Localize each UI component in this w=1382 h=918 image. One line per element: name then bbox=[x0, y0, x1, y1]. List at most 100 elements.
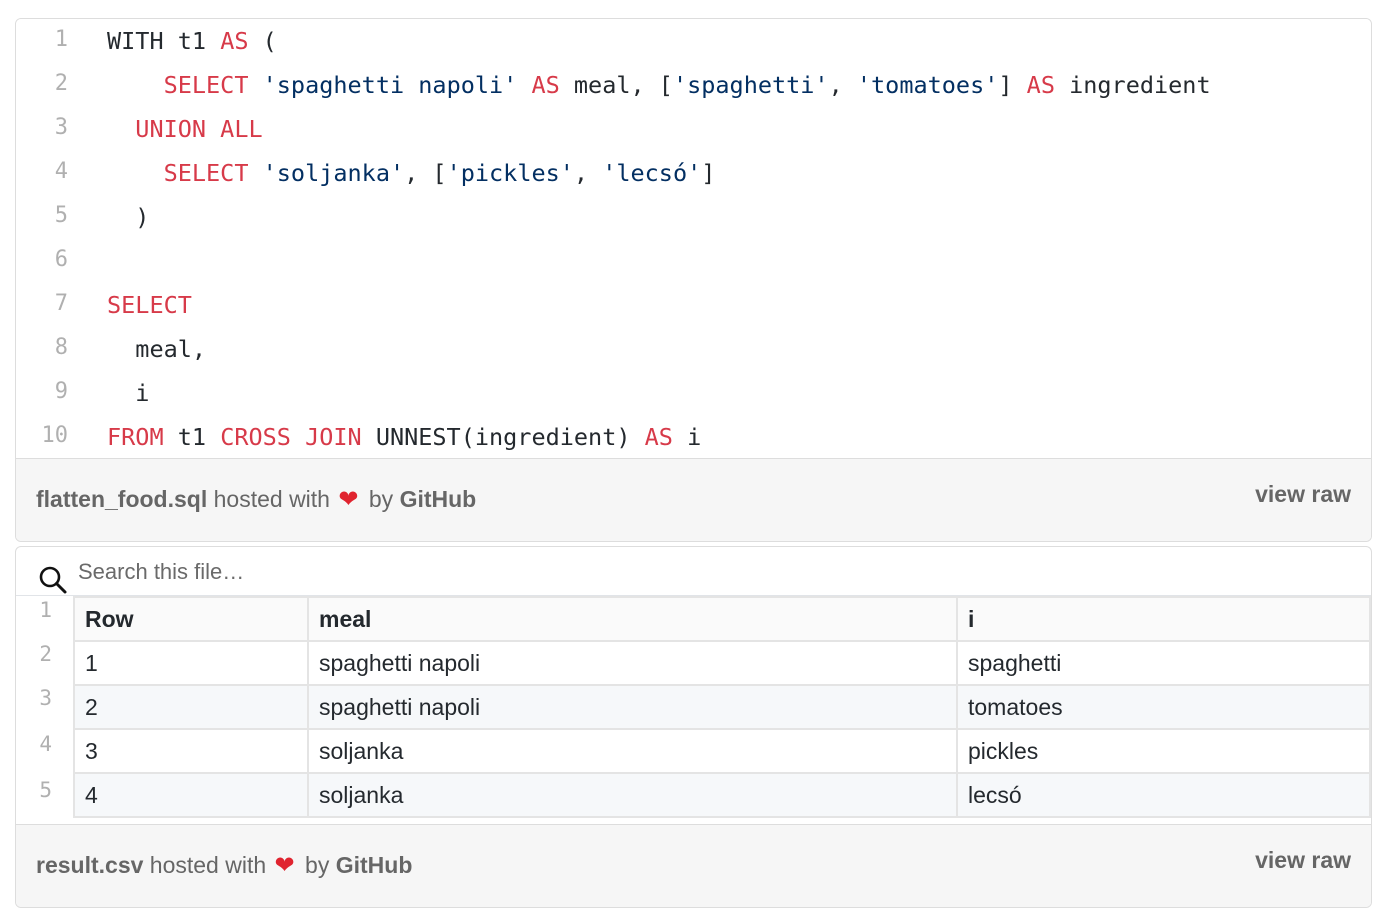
sql-text: meal, bbox=[107, 335, 207, 363]
sql-keyword: AS bbox=[1026, 71, 1055, 99]
code-content: FROM t1 CROSS JOIN UNNEST(ingredient) AS… bbox=[107, 423, 701, 451]
gist-filename-link[interactable]: result.csv bbox=[36, 852, 143, 878]
code-content: SELECT 'spaghetti napoli' AS meal, ['spa… bbox=[107, 71, 1211, 99]
line-number[interactable]: 8 bbox=[16, 335, 68, 360]
gist-meta: result.csv hosted with ❤ by GitHub view … bbox=[16, 824, 1371, 907]
view-raw-link[interactable]: view raw bbox=[1255, 481, 1351, 508]
line-number[interactable]: 9 bbox=[16, 379, 68, 404]
sql-text: t1 bbox=[163, 423, 221, 451]
sql-text: , [ bbox=[404, 159, 447, 187]
code-content: WITH t1 AS ( bbox=[107, 27, 277, 55]
table-row: 2 spaghetti napoli tomatoes bbox=[73, 684, 1371, 730]
sql-string: 'spaghetti napoli' bbox=[262, 71, 518, 99]
table-row: 1 spaghetti napoli spaghetti bbox=[73, 640, 1371, 686]
table-cell: pickles bbox=[956, 728, 1371, 774]
table-cell: spaghetti napoli bbox=[307, 684, 958, 730]
table-cell: 1 bbox=[73, 640, 309, 686]
code-line: 1 WITH t1 AS ( bbox=[16, 19, 1371, 63]
sql-text: meal, [ bbox=[559, 71, 673, 99]
sql-string: 'spaghetti' bbox=[672, 71, 829, 99]
code-content: ) bbox=[107, 203, 149, 231]
sql-keyword: AS bbox=[531, 71, 560, 99]
sql-keyword: SELECT bbox=[107, 291, 192, 319]
view-raw-link[interactable]: view raw bbox=[1255, 847, 1351, 874]
code-line: 2 SELECT 'spaghetti napoli' AS meal, ['s… bbox=[16, 63, 1371, 107]
line-number[interactable]: 7 bbox=[16, 291, 68, 316]
code-view: 1 WITH t1 AS (2 SELECT 'spaghetti napoli'… bbox=[16, 19, 1371, 460]
table-cell: 4 bbox=[73, 772, 309, 818]
code-line: 7 SELECT bbox=[16, 283, 1371, 327]
table-row: 4 soljanka lecsó bbox=[73, 772, 1371, 818]
csv-line-number[interactable]: 4 bbox=[16, 732, 52, 756]
code-line: 6 bbox=[16, 239, 1371, 283]
sql-keyword: FROM bbox=[107, 423, 164, 451]
csv-line-number[interactable]: 3 bbox=[16, 686, 52, 710]
column-header: Row bbox=[73, 596, 309, 642]
code-content: SELECT 'soljanka', ['pickles', 'lecsó'] bbox=[107, 159, 716, 187]
code-line: 3 UNION ALL bbox=[16, 107, 1371, 151]
table-cell: 2 bbox=[73, 684, 309, 730]
search-input[interactable] bbox=[76, 553, 880, 591]
csv-line-number[interactable]: 5 bbox=[16, 778, 52, 802]
sql-keyword: UNION ALL bbox=[135, 115, 263, 143]
sql-text: , bbox=[828, 71, 857, 99]
github-link[interactable]: GitHub bbox=[336, 852, 413, 878]
sql-text: i bbox=[107, 379, 150, 407]
code-content: SELECT bbox=[107, 291, 192, 319]
code-content: meal, bbox=[107, 335, 206, 363]
github-link[interactable]: GitHub bbox=[400, 486, 477, 512]
csv-line-number[interactable]: 2 bbox=[16, 642, 52, 666]
csv-table: Row meal i 1 spaghetti napoli spaghetti 2 sp… bbox=[73, 596, 1371, 818]
column-header: i bbox=[956, 596, 1371, 642]
table-cell: soljanka bbox=[307, 728, 958, 774]
csv-gist: 12345 Row meal i 1spaghetti napolispaghe… bbox=[15, 546, 1372, 908]
hosted-with-text: hosted with bbox=[213, 486, 330, 512]
sql-string: 'tomatoes' bbox=[856, 71, 999, 99]
table-cell: tomatoes bbox=[956, 684, 1371, 730]
sql-keyword: AS bbox=[644, 423, 673, 451]
code-content: UNION ALL bbox=[107, 115, 263, 143]
line-number[interactable]: 3 bbox=[16, 115, 68, 140]
line-number[interactable]: 2 bbox=[16, 71, 68, 96]
sql-text: WITH t1 bbox=[107, 27, 221, 55]
sql-text: , bbox=[573, 159, 603, 187]
sql-keyword: SELECT bbox=[163, 71, 249, 99]
line-number[interactable]: 5 bbox=[16, 203, 68, 228]
heart-icon: ❤ bbox=[274, 852, 295, 879]
by-text: by bbox=[368, 486, 394, 512]
line-number[interactable]: 4 bbox=[16, 159, 68, 184]
sql-text: ] bbox=[998, 71, 1027, 99]
line-number[interactable]: 6 bbox=[16, 247, 68, 272]
sql-keyword: SELECT bbox=[163, 159, 249, 187]
sql-text: ingredient bbox=[1054, 71, 1211, 99]
line-number[interactable]: 1 bbox=[16, 27, 68, 52]
code-line: 4 SELECT 'soljanka', ['pickles', 'lecsó'… bbox=[16, 151, 1371, 195]
line-number[interactable]: 10 bbox=[16, 423, 69, 448]
sql-gist: 1 WITH t1 AS (2 SELECT 'spaghetti napoli'… bbox=[15, 18, 1372, 542]
sql-string: 'pickles' bbox=[446, 159, 574, 187]
row-number-gutter: 1 2 3 4 5 bbox=[16, 596, 72, 824]
sql-text: ] bbox=[701, 159, 716, 187]
gist-meta: flatten_food.sql hosted with ❤ by GitHub… bbox=[16, 458, 1371, 541]
sql-text: ( bbox=[248, 27, 277, 55]
table-cell: lecsó bbox=[956, 772, 1371, 818]
sql-text: UNNEST(ingredient) bbox=[361, 423, 645, 451]
table-cell: 3 bbox=[73, 728, 309, 774]
search-bar bbox=[16, 547, 1371, 596]
gist-filename-link[interactable]: flatten_food.sql bbox=[36, 486, 207, 512]
sql-text: ) bbox=[107, 203, 150, 231]
sql-keyword: AS bbox=[220, 27, 249, 55]
csv-line-number[interactable]: 1 bbox=[16, 598, 52, 622]
hosted-with-text: hosted with bbox=[149, 852, 267, 878]
sql-string: 'soljanka' bbox=[262, 159, 405, 187]
table-header-row: Row meal i bbox=[73, 596, 1371, 642]
column-header: meal bbox=[307, 596, 958, 642]
code-line: 10 FROM t1 CROSS JOIN UNNEST(ingredient) … bbox=[16, 415, 1371, 459]
heart-icon: ❤ bbox=[338, 486, 359, 513]
